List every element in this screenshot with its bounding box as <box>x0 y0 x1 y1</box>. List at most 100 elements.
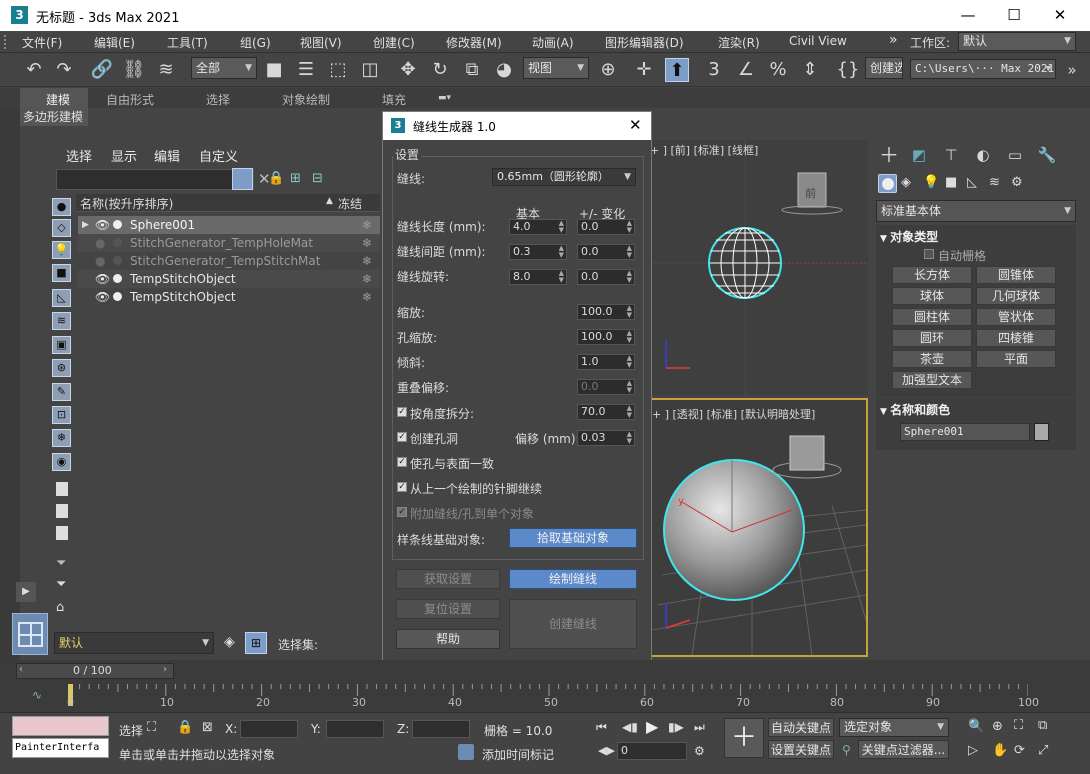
object-name-input[interactable]: Sphere001 <box>900 423 1030 441</box>
eye-icon[interactable]: 👁 <box>95 288 110 306</box>
minimize-button[interactable]: — <box>945 0 991 31</box>
play-icon[interactable]: ▶ <box>646 717 658 736</box>
next-key-icon[interactable]: ▮▶ <box>668 720 684 734</box>
se-menu-display[interactable]: 显示 <box>111 146 137 165</box>
eye-icon[interactable]: ● <box>95 234 105 252</box>
pick-base-object-button[interactable]: 拾取基础对象 <box>509 528 637 548</box>
conform-holes-checkbox[interactable]: ✓ <box>397 457 407 467</box>
scale-icon[interactable]: ⧉ <box>460 58 484 82</box>
se-menu-edit[interactable]: 编辑 <box>154 146 180 165</box>
hole-scale-spinner[interactable]: 100.0 ▲ ▼ <box>577 329 635 345</box>
select-manipulate-icon[interactable]: ✛ <box>632 58 656 82</box>
help-button[interactable]: 帮助 <box>396 629 500 649</box>
spinner-arrows-icon[interactable]: ▲ ▼ <box>627 330 632 344</box>
pivot-point-icon[interactable]: ⊕ <box>596 58 620 82</box>
filter-funnel-icon[interactable]: ⏷ <box>56 556 66 571</box>
set-key-big-button[interactable]: ＋ <box>724 718 764 758</box>
placement-icon[interactable]: ◕ <box>492 58 516 82</box>
auto-grid-checkbox[interactable] <box>924 249 934 259</box>
display-all-icon[interactable] <box>56 482 68 496</box>
current-frame-field[interactable]: 0 <box>617 742 687 760</box>
pan-icon[interactable]: ✋ <box>992 743 1008 758</box>
maxscript-input[interactable]: PainterInterfa <box>12 738 109 758</box>
table-row[interactable]: ● StitchGenerator_TempHoleMat ❄ <box>78 234 380 252</box>
render-dot-icon[interactable] <box>113 238 122 247</box>
tab-populate[interactable]: 填充 <box>382 91 406 108</box>
split-angle-spinner[interactable]: 70.0 ▲ ▼ <box>577 404 635 420</box>
filter-helpers-icon[interactable]: ◺ <box>52 289 71 307</box>
tree-empty-area[interactable] <box>76 308 380 626</box>
key-mode-icon[interactable]: ◀▶ <box>598 744 615 757</box>
viewport-layout-button[interactable] <box>12 613 48 655</box>
filter-frozen-icon[interactable]: ❄ <box>52 429 71 447</box>
display-tab-icon[interactable]: ▭ <box>1004 144 1026 166</box>
time-config-icon[interactable]: ⚙ <box>694 744 705 758</box>
table-row[interactable]: ● StitchGenerator_TempStitchMat ❄ <box>78 252 380 270</box>
freeze-icon[interactable]: ❄ <box>362 270 372 288</box>
goto-start-icon[interactable]: ⏮ <box>596 720 607 735</box>
tube-button[interactable]: 管状体 <box>976 308 1056 326</box>
zoom-icon[interactable]: 🔍 <box>968 719 984 734</box>
cone-button[interactable]: 圆锥体 <box>976 266 1056 284</box>
selection-filter-dropdown[interactable]: 全部 ▼ <box>191 57 257 79</box>
explorer-toggle-button[interactable]: ▶ <box>16 582 36 602</box>
pyramid-button[interactable]: 四棱锥 <box>976 329 1056 347</box>
front-viewport-label[interactable]: + ] [前] [标准] [线框] <box>650 142 758 158</box>
close-button[interactable]: ✕ <box>1037 0 1083 31</box>
goto-end-icon[interactable]: ⏭ <box>694 720 705 735</box>
tab-modeling[interactable]: 建模 <box>46 91 70 108</box>
zoom-extents-all-icon[interactable]: ⧉ <box>1038 718 1047 733</box>
freeze-icon[interactable]: ❄ <box>362 288 372 306</box>
length-var-spinner[interactable]: 0.0 ▲ ▼ <box>577 219 635 235</box>
primitive-category-dropdown[interactable]: 标准基本体 ▼ <box>876 200 1076 222</box>
hierarchy-icon[interactable]: ⊞ <box>290 171 301 186</box>
prev-key-icon[interactable]: ◀▮ <box>622 720 638 734</box>
select-object-icon[interactable]: ■ <box>262 58 286 82</box>
torus-button[interactable]: 圆环 <box>892 329 972 347</box>
x-coordinate-field[interactable] <box>240 720 298 738</box>
spinner-arrows-icon[interactable]: ▲ ▼ <box>627 431 632 445</box>
maxscript-mini-listener[interactable] <box>12 716 109 736</box>
toolbar-more-button[interactable]: » <box>1060 58 1084 82</box>
spinner-arrows-icon[interactable]: ▲ ▼ <box>627 355 632 369</box>
redo-icon[interactable]: ↷ <box>52 58 76 82</box>
name-color-title[interactable]: ▼ 名称和颜色 <box>880 401 950 418</box>
stitch-type-dropdown[interactable]: 0.65mm（圆形轮廓） ▼ <box>492 168 636 186</box>
freeze-icon[interactable]: ❄ <box>362 234 372 252</box>
reference-coordinate-dropdown[interactable]: 视图 ▼ <box>523 57 589 79</box>
angle-snap-icon[interactable]: ∠ <box>734 58 758 82</box>
search-input[interactable] <box>56 169 254 190</box>
layer-dropdown[interactable]: 默认 ▼ <box>54 632 214 654</box>
menu-views[interactable]: 视图(V) <box>300 34 342 51</box>
scale-spinner[interactable]: 100.0 ▲ ▼ <box>577 304 635 320</box>
time-slider[interactable]: ‹ 0 / 100 › <box>16 663 174 679</box>
menu-tools[interactable]: 工具(T) <box>167 34 208 51</box>
menu-civil-view[interactable]: Civil View <box>789 34 847 48</box>
z-coordinate-field[interactable] <box>412 720 470 738</box>
rotation-var-spinner[interactable]: 0.0 ▲ ▼ <box>577 269 635 285</box>
key-selection-dropdown[interactable]: 选定对象 ▼ <box>839 718 949 737</box>
display-none-icon[interactable] <box>56 504 68 518</box>
ribbon-options-icon[interactable]: ▬▾ <box>438 93 460 103</box>
link-icon[interactable]: 🔗 <box>90 58 114 82</box>
spinner-arrows-icon[interactable]: ▲ ▼ <box>627 305 632 319</box>
filter-groups-icon[interactable]: ▣ <box>52 336 71 354</box>
workspace-dropdown[interactable]: 默认 ▼ <box>958 32 1076 51</box>
zoom-extents-icon[interactable]: ⛶ <box>1014 718 1023 733</box>
menu-create[interactable]: 创建(C) <box>373 34 415 51</box>
absolute-mode-icon[interactable]: ⊠ <box>202 720 213 735</box>
spinner-snap-icon[interactable]: ⇕ <box>798 58 822 82</box>
subtab-poly-modeling[interactable]: 多边形建模 <box>20 108 88 126</box>
window-crossing-icon[interactable]: ◫ <box>358 58 382 82</box>
create-selection-set-field[interactable]: 创建选 <box>865 57 903 79</box>
layer-explorer-icon[interactable]: ◈ <box>224 634 235 650</box>
spinner-arrows-icon[interactable]: ▲ ▼ <box>559 245 564 259</box>
eye-icon[interactable]: 👁 <box>95 216 110 234</box>
invert-display-icon[interactable] <box>56 526 68 540</box>
project-path-dropdown[interactable]: C:\Users\··· Max 2021 ▼ <box>910 59 1056 79</box>
split-by-angle-checkbox[interactable]: ✓ <box>397 407 407 417</box>
spinner-arrows-icon[interactable]: ▲ ▼ <box>627 405 632 419</box>
rectangular-selection-icon[interactable]: ⬚ <box>326 58 350 82</box>
eye-icon[interactable]: 👁 <box>95 270 110 288</box>
prev-frame-arrow-icon[interactable]: ‹ <box>19 664 23 675</box>
